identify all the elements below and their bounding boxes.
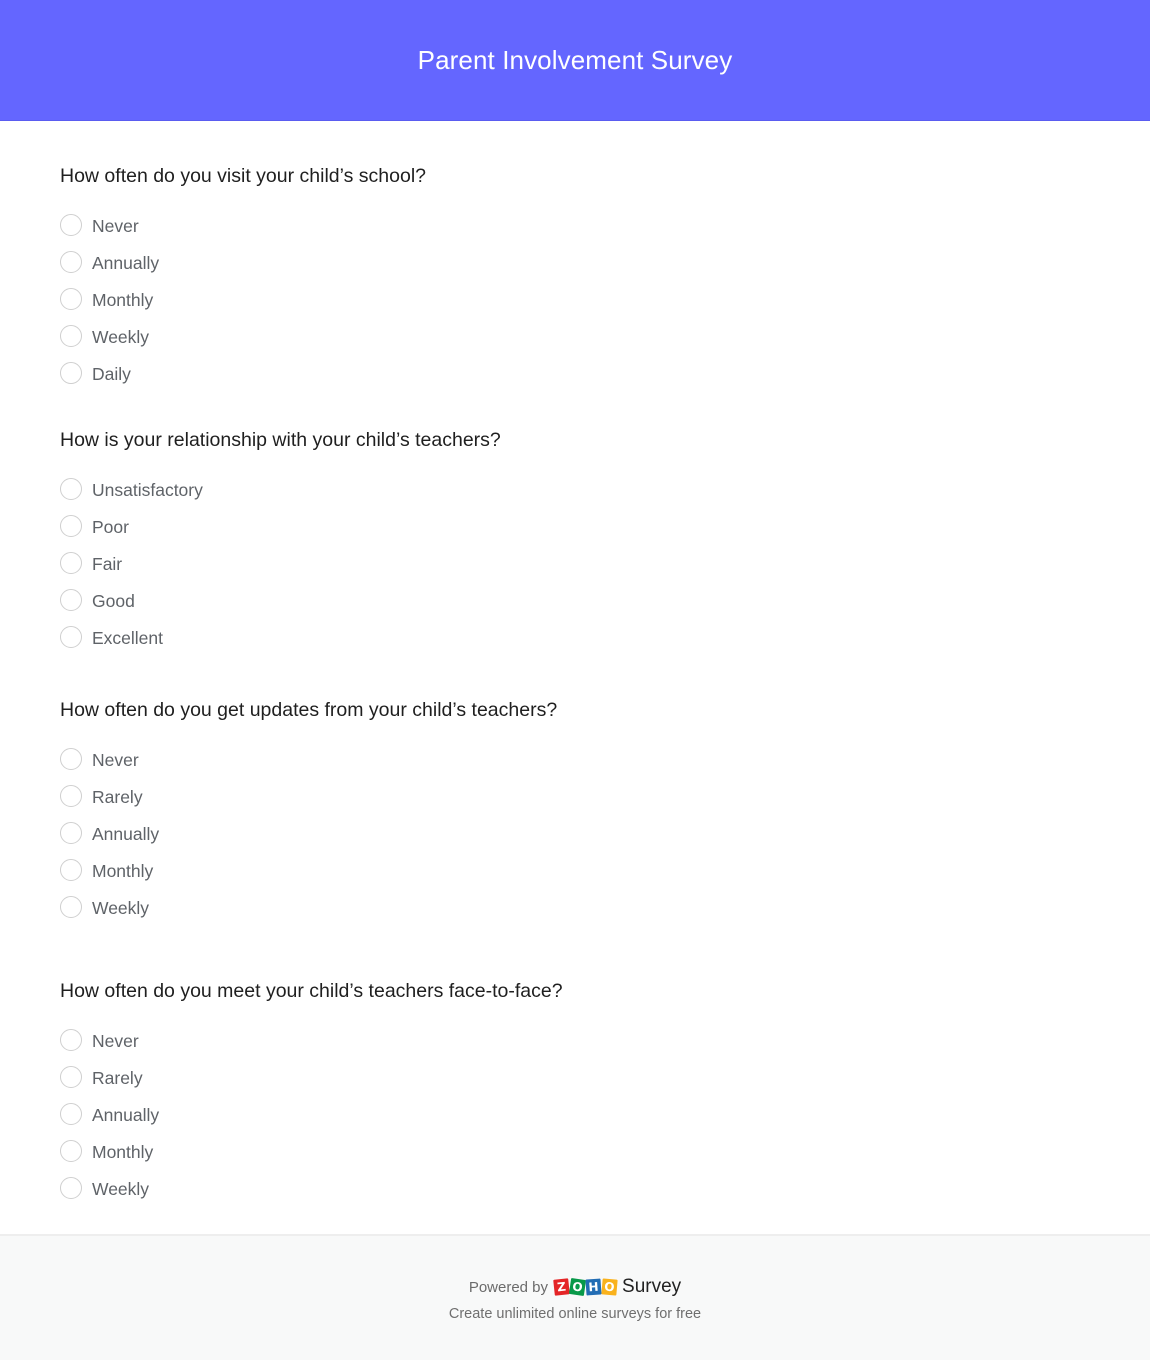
option-label: Rarely — [92, 786, 143, 807]
radio-option-weekly[interactable]: Weekly — [60, 318, 1060, 355]
powered-by-text: Powered by — [468, 1278, 549, 1296]
option-label: Never — [92, 1030, 139, 1051]
radio-button[interactable] — [60, 588, 82, 611]
question-title: How often do you meet your child’s teach… — [60, 980, 563, 1002]
option-label: Monthly — [92, 1141, 154, 1162]
radio-option-good[interactable]: Good — [60, 582, 1060, 619]
radio-button[interactable] — [60, 1139, 82, 1162]
radio-button[interactable] — [60, 324, 82, 347]
zoho-tile-o: O — [601, 1278, 618, 1296]
powered-by-link[interactable]: Powered by Z O H O Survey — [0, 1276, 1150, 1298]
radio-button[interactable] — [60, 858, 82, 881]
radio-option-annually[interactable]: Annually — [60, 815, 1060, 852]
options-group: Never Rarely Annually Monthly Weekly — [60, 1022, 1060, 1207]
option-label: Weekly — [92, 897, 150, 918]
question-title: How often do you get updates from your c… — [60, 699, 558, 721]
zoho-tile-o: O — [568, 1278, 587, 1296]
radio-button[interactable] — [60, 747, 82, 770]
option-label: Annually — [92, 823, 160, 844]
radio-button[interactable] — [60, 551, 82, 574]
option-label: Monthly — [92, 860, 154, 881]
radio-button[interactable] — [60, 250, 82, 273]
radio-option-never[interactable]: Never — [60, 207, 1060, 244]
radio-option-poor[interactable]: Poor — [60, 508, 1060, 545]
radio-option-monthly[interactable]: Monthly — [60, 281, 1060, 318]
option-label: Poor — [92, 516, 129, 537]
footer: Powered by Z O H O Survey Create unlimit… — [0, 1234, 1150, 1360]
radio-button[interactable] — [60, 287, 82, 310]
radio-button[interactable] — [60, 821, 82, 844]
options-group: Never Annually Monthly Weekly Daily — [60, 207, 1060, 392]
zoho-logo-icon: Z O H O — [553, 1278, 618, 1296]
radio-option-annually[interactable]: Annually — [60, 1096, 1060, 1133]
radio-option-weekly[interactable]: Weekly — [60, 889, 1060, 926]
question-title: How is your relationship with your child… — [60, 429, 501, 451]
radio-option-never[interactable]: Never — [60, 1022, 1060, 1059]
option-label: Fair — [92, 553, 123, 574]
option-label: Weekly — [92, 326, 150, 347]
option-label: Never — [92, 749, 139, 770]
radio-option-monthly[interactable]: Monthly — [60, 852, 1060, 889]
radio-option-weekly[interactable]: Weekly — [60, 1170, 1060, 1207]
options-group: Never Rarely Annually Monthly Weekly — [60, 741, 1060, 926]
radio-option-never[interactable]: Never — [60, 741, 1060, 778]
radio-option-monthly[interactable]: Monthly — [60, 1133, 1060, 1170]
radio-button[interactable] — [60, 477, 82, 500]
option-label: Weekly — [92, 1178, 150, 1199]
zoho-tile-h: H — [585, 1278, 602, 1296]
option-label: Good — [92, 590, 135, 611]
radio-option-daily[interactable]: Daily — [60, 355, 1060, 392]
radio-button[interactable] — [60, 1028, 82, 1051]
radio-button[interactable] — [60, 1102, 82, 1125]
survey-title: Parent Involvement Survey — [417, 44, 733, 75]
radio-option-rarely[interactable]: Rarely — [60, 778, 1060, 815]
radio-option-rarely[interactable]: Rarely — [60, 1059, 1060, 1096]
survey-header: Parent Involvement Survey — [0, 0, 1150, 121]
radio-button[interactable] — [60, 1176, 82, 1199]
radio-button[interactable] — [60, 1065, 82, 1088]
option-label: Annually — [92, 1104, 160, 1125]
radio-button[interactable] — [60, 213, 82, 236]
radio-button[interactable] — [60, 625, 82, 648]
radio-option-unsatisfactory[interactable]: Unsatisfactory — [60, 471, 1060, 508]
option-label: Monthly — [92, 289, 154, 310]
footer-tagline[interactable]: Create unlimited online surveys for free — [0, 1306, 1150, 1322]
option-label: Unsatisfactory — [92, 479, 203, 500]
question-1: How often do you visit your child’s scho… — [60, 164, 1060, 392]
options-group: Unsatisfactory Poor Fair Good Excellent — [60, 471, 1060, 656]
radio-option-annually[interactable]: Annually — [60, 244, 1060, 281]
question-3: How often do you get updates from your c… — [60, 698, 1060, 926]
question-4: How often do you meet your child’s teach… — [60, 979, 1060, 1207]
radio-button[interactable] — [60, 361, 82, 384]
option-label: Excellent — [92, 627, 164, 648]
radio-button[interactable] — [60, 784, 82, 807]
option-label: Annually — [92, 252, 160, 273]
brand-product-name: Survey — [622, 1276, 682, 1297]
option-label: Rarely — [92, 1067, 143, 1088]
question-2: How is your relationship with your child… — [60, 428, 1060, 656]
option-label: Daily — [92, 363, 131, 384]
option-label: Never — [92, 215, 139, 236]
radio-option-excellent[interactable]: Excellent — [60, 619, 1060, 656]
radio-option-fair[interactable]: Fair — [60, 545, 1060, 582]
radio-button[interactable] — [60, 895, 82, 918]
zoho-tile-z: Z — [553, 1278, 570, 1296]
radio-button[interactable] — [60, 514, 82, 537]
question-title: How often do you visit your child’s scho… — [60, 165, 426, 187]
